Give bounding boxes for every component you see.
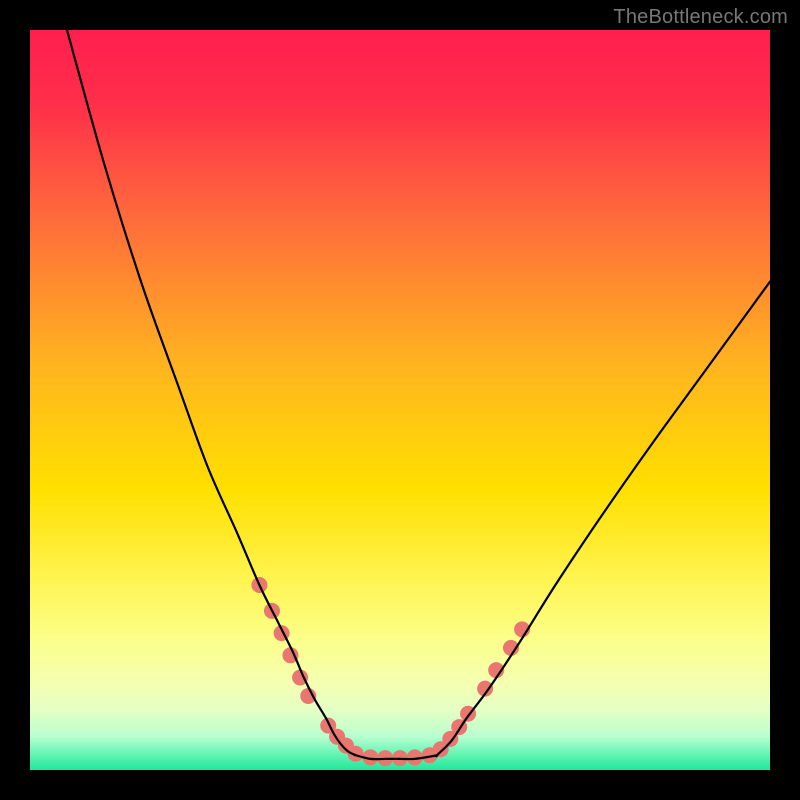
background-gradient [30, 30, 770, 770]
plot-area [30, 30, 770, 770]
watermark-text: TheBottleneck.com [613, 6, 788, 29]
